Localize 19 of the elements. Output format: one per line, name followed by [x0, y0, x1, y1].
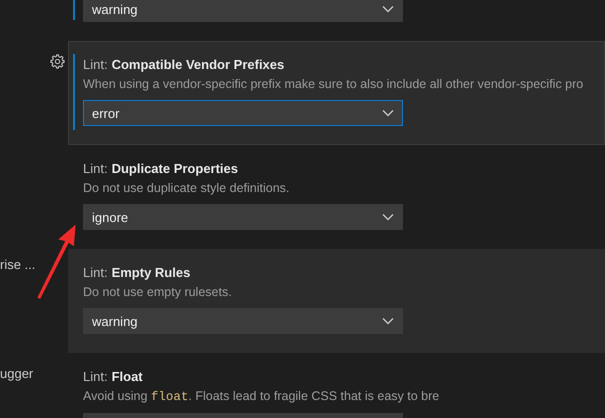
chevron-down-icon — [382, 5, 394, 13]
setting-title: Lint: Compatible Vendor Prefixes — [83, 56, 286, 74]
dropdown[interactable]: warning — [83, 308, 403, 334]
setting-description: Do not use empty rulesets. — [83, 284, 233, 301]
dropdown[interactable]: error — [83, 100, 403, 126]
dropdown[interactable]: ignore — [83, 204, 403, 230]
settings-gear-icon[interactable] — [50, 54, 65, 69]
setting-description: Avoid using float. Floats lead to fragile CSS that is easy to bre — [83, 388, 440, 406]
sidebar-item[interactable]: rise ... — [0, 257, 68, 275]
chevron-down-icon — [382, 213, 394, 221]
setting-title: Lint: Duplicate Properties — [83, 160, 240, 178]
dropdown[interactable]: warning — [83, 0, 403, 22]
setting-title: Lint: Float — [83, 368, 144, 386]
setting-description: When using a vendor-specific prefix make sure to also include all other vendor-specific pro — [83, 76, 584, 93]
sidebar-item[interactable]: ugger — [0, 366, 68, 384]
chevron-down-icon — [382, 317, 394, 325]
setting-title: Lint: Empty Rules — [83, 264, 192, 282]
chevron-down-icon — [382, 109, 394, 117]
setting-description: Do not use duplicate style definitions. — [83, 180, 290, 197]
